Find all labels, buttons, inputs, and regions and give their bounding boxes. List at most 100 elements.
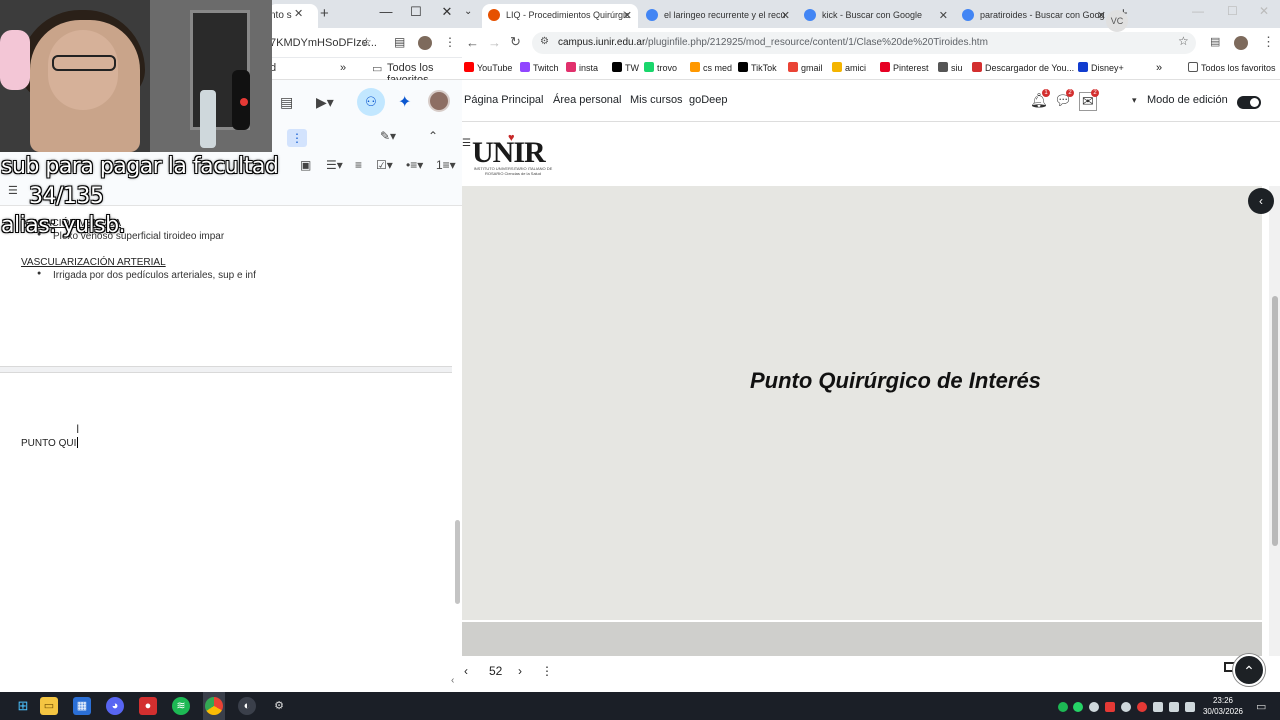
cast-icon[interactable]: ▤: [394, 35, 405, 49]
browser-tab[interactable]: kick - Buscar con Google ✕: [798, 4, 954, 28]
nav-godeep-link[interactable]: goDeep: [689, 94, 728, 106]
close-icon[interactable]: ✕: [294, 7, 303, 20]
spotify-tray-icon[interactable]: [1058, 702, 1068, 712]
bookmark-item[interactable]: TW: [612, 62, 639, 73]
whatsapp-tray-icon[interactable]: [1073, 702, 1083, 712]
chrome-icon[interactable]: [205, 697, 223, 715]
window-close-icon[interactable]: ✕: [432, 4, 462, 20]
bookmark-item[interactable]: gmail: [788, 62, 823, 73]
chevron-down-icon[interactable]: ▾: [1132, 95, 1137, 106]
forward-icon[interactable]: →: [488, 35, 501, 50]
battery-icon[interactable]: [1185, 702, 1195, 712]
all-bookmarks[interactable]: Todos los favoritos: [1188, 62, 1276, 73]
bookmark-item[interactable]: Twitch: [520, 62, 559, 73]
bookmark-item[interactable]: insta: [566, 62, 598, 73]
tray-icon[interactable]: [1121, 702, 1131, 712]
tab-close-icon[interactable]: ✕: [781, 9, 790, 22]
cast-icon[interactable]: ▤: [1210, 35, 1220, 48]
tray-icon[interactable]: [1089, 702, 1099, 712]
spotify-icon[interactable]: ≋: [172, 697, 190, 715]
chevron-up-icon[interactable]: ⌃: [428, 129, 438, 143]
bookmark-item[interactable]: cs med: [690, 62, 732, 73]
maximize-icon[interactable]: ☐: [401, 4, 431, 20]
docs-scrollbar-track[interactable]: [454, 206, 462, 692]
minimize-icon[interactable]: —: [1192, 4, 1204, 18]
profile-avatar[interactable]: [418, 36, 432, 50]
file-explorer-icon[interactable]: ▭: [40, 697, 58, 715]
kebab-menu-icon[interactable]: ⋮: [444, 35, 456, 49]
collapse-icon[interactable]: ‹: [451, 675, 454, 686]
bookmarks-overflow-icon[interactable]: »: [340, 62, 346, 74]
bookmark-item[interactable]: Disney+: [1078, 62, 1124, 73]
site-info-icon[interactable]: ⚙: [540, 36, 549, 47]
pager-menu-icon[interactable]: ⋮: [541, 664, 553, 678]
volume-icon[interactable]: [1169, 702, 1179, 712]
edit-mode-icon[interactable]: ✎▾: [380, 129, 396, 143]
browser-tab[interactable]: paratiroides - Buscar con Goog ✕: [956, 4, 1112, 28]
bookmark-item[interactable]: YouTube: [464, 62, 512, 73]
store-icon[interactable]: ▦: [73, 697, 91, 715]
tab-close-icon[interactable]: ✕: [1097, 9, 1106, 22]
line-spacing-icon[interactable]: ≡: [355, 158, 362, 172]
bookmark-item[interactable]: trovo: [644, 62, 677, 73]
bookmark-item[interactable]: TikTok: [738, 62, 777, 73]
browser-tab[interactable]: LIQ - Procedimientos Quirúrgic ✕: [482, 4, 638, 28]
discord-icon[interactable]: ◕: [106, 697, 124, 715]
docs-scrollbar-thumb[interactable]: [455, 520, 460, 604]
drawer-toggle-icon[interactable]: ☰: [462, 138, 471, 149]
bookmark-item[interactable]: Descargador de You...: [972, 62, 1074, 73]
bookmark-item[interactable]: amici: [832, 62, 866, 73]
bookmark-item[interactable]: Pinterest: [880, 62, 929, 73]
bookmarks-overflow-icon[interactable]: »: [1156, 62, 1162, 74]
align-icon[interactable]: ☰▾: [326, 158, 343, 172]
tab-close-icon[interactable]: ✕: [939, 9, 948, 22]
new-tab-icon[interactable]: +: [320, 5, 329, 22]
browser-tab[interactable]: el laringeo recurrente y el recu ✕: [640, 4, 796, 28]
tab-search-icon[interactable]: ⌄: [464, 6, 472, 17]
bookmark-item[interactable]: siu: [938, 62, 963, 73]
doc-typing-text[interactable]: PUNTO QUI: [21, 437, 78, 449]
network-icon[interactable]: [1153, 702, 1163, 712]
nav-courses-link[interactable]: Mis cursos: [630, 94, 683, 106]
url-text[interactable]: campus.iunir.edu.ar/pluginfile.php/21292…: [558, 37, 988, 48]
more-options-icon[interactable]: ⋮: [287, 129, 307, 147]
page-scrollbar-thumb[interactable]: [1272, 296, 1278, 546]
page-number[interactable]: 52: [489, 664, 502, 678]
taskbar-clock[interactable]: 23:26 30/03/2026: [1200, 695, 1246, 717]
back-icon[interactable]: ←: [466, 35, 479, 50]
tray-icon[interactable]: [1105, 702, 1115, 712]
settings-gear-icon[interactable]: ⚙: [270, 697, 288, 715]
share-button[interactable]: ⚇: [357, 88, 385, 116]
outline-icon[interactable]: ☰: [8, 184, 18, 197]
meet-icon[interactable]: ▶▾: [316, 94, 334, 111]
nav-personal-link[interactable]: Área personal: [553, 94, 622, 106]
checklist-icon[interactable]: ☑▾: [376, 158, 393, 172]
tab-close-icon[interactable]: ✕: [623, 9, 632, 22]
docs-tab[interactable]: nto s: [268, 4, 318, 28]
minimize-icon[interactable]: —: [371, 4, 401, 19]
gemini-icon[interactable]: ✦: [398, 92, 411, 112]
document-page[interactable]: ABIGACIÓN VENOSA Plexo venoso superficia…: [0, 206, 452, 692]
start-icon[interactable]: ⊞: [14, 697, 32, 715]
user-avatar[interactable]: VC: [1106, 10, 1128, 32]
profile-avatar[interactable]: [1234, 36, 1248, 50]
obs-app-icon[interactable]: ●: [139, 697, 157, 715]
reload-icon[interactable]: ↻: [510, 34, 521, 50]
star-icon[interactable]: ☆: [1178, 34, 1189, 48]
prev-page-icon[interactable]: ‹: [464, 664, 468, 678]
star-icon[interactable]: ☆: [361, 35, 372, 49]
maximize-icon[interactable]: ☐: [1227, 4, 1238, 18]
bullet-list-icon[interactable]: •≡▾: [406, 158, 423, 172]
edit-mode-toggle[interactable]: [1237, 96, 1261, 109]
image-icon[interactable]: ▣: [300, 158, 311, 172]
scroll-to-top-icon[interactable]: ⌃: [1233, 654, 1265, 686]
numbered-list-icon[interactable]: 1≡▾: [436, 158, 456, 172]
notifications-icon[interactable]: ▭: [1256, 700, 1266, 713]
next-page-icon[interactable]: ›: [518, 664, 522, 678]
comment-history-icon[interactable]: ▤: [280, 94, 293, 111]
account-avatar[interactable]: [428, 90, 450, 112]
block-drawer-chevron-icon[interactable]: ‹: [1248, 188, 1274, 214]
chrome-profile-icon[interactable]: ◐: [238, 697, 256, 715]
nav-home-link[interactable]: Página Principal: [464, 94, 544, 106]
window-close-icon[interactable]: ✕: [1259, 4, 1269, 18]
